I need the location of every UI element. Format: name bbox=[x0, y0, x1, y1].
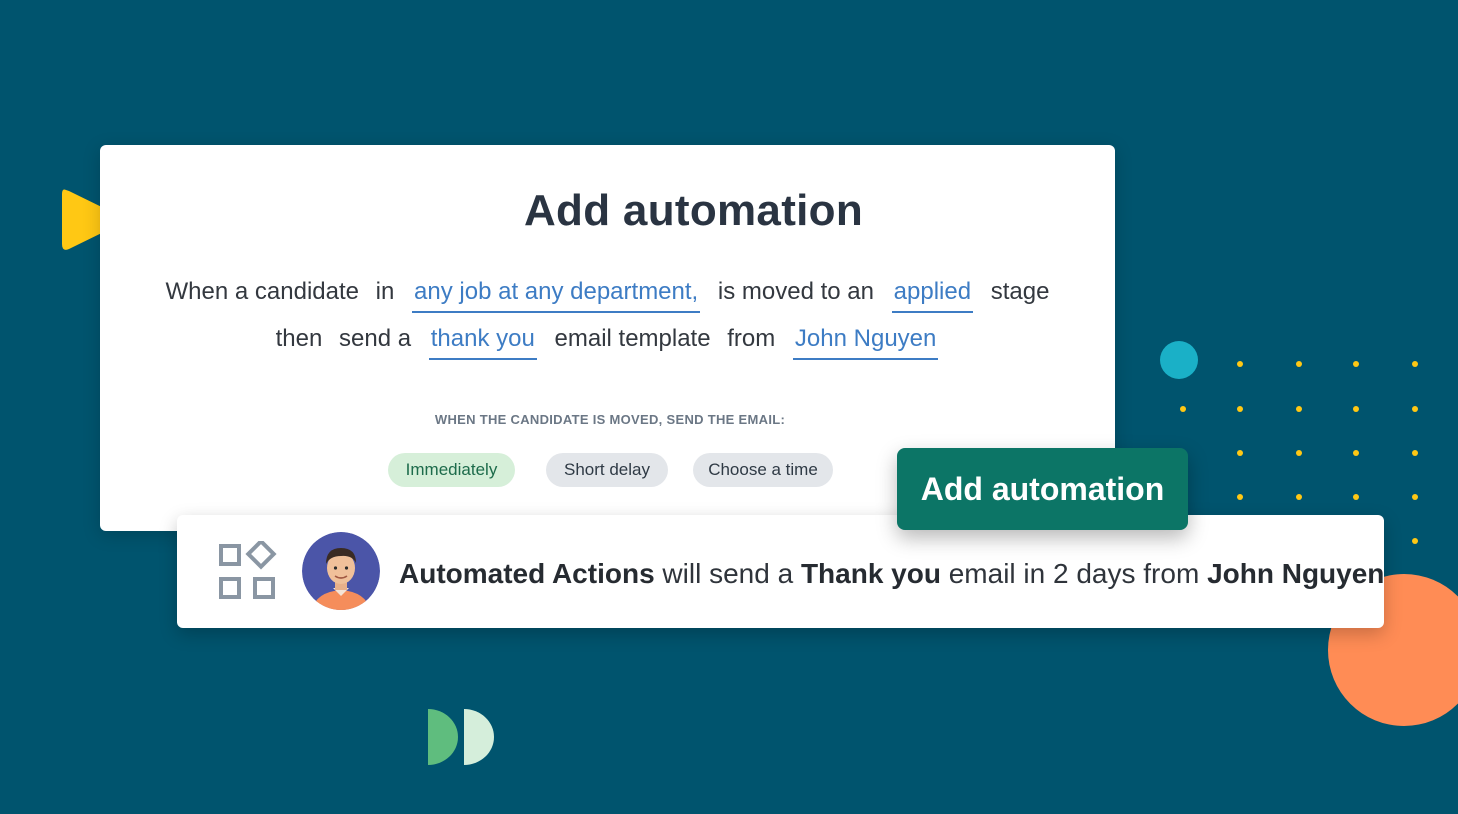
job-scope-selector[interactable]: any job at any department, bbox=[412, 278, 701, 313]
notification-actor: Automated Actions bbox=[399, 558, 655, 589]
timing-option-immediately[interactable]: Immediately bbox=[388, 453, 515, 487]
sentence-text: email template bbox=[554, 325, 711, 352]
stage-selector[interactable]: applied bbox=[891, 278, 974, 313]
sentence-text: then bbox=[275, 325, 323, 352]
rule-sentence-line-2: then send a thank you email template fro… bbox=[100, 325, 1115, 360]
apps-grid-icon bbox=[219, 541, 277, 599]
logo-icon bbox=[428, 709, 494, 765]
notification-sender: John Nguyen bbox=[1207, 558, 1385, 589]
notification-template: Thank you bbox=[800, 558, 941, 589]
notification-text-part: email in 2 days from bbox=[940, 558, 1208, 589]
sender-selector[interactable]: John Nguyen bbox=[792, 325, 939, 360]
add-automation-button[interactable]: Add automation bbox=[897, 448, 1188, 530]
notification-text: Automated Actions will send a Thank you … bbox=[399, 558, 1384, 590]
sentence-text: stage bbox=[990, 278, 1050, 305]
timing-label: WHEN THE CANDIDATE IS MOVED, SEND THE EM… bbox=[434, 412, 786, 427]
sentence-text: from bbox=[727, 325, 776, 352]
sentence-text: is moved to an bbox=[717, 278, 874, 305]
timing-option-short-delay[interactable]: Short delay bbox=[546, 453, 668, 487]
avatar bbox=[302, 532, 380, 610]
page-title: Add automation bbox=[523, 186, 864, 235]
sentence-text: in bbox=[375, 278, 395, 305]
sentence-text: When a candidate bbox=[165, 278, 359, 305]
notification-text-part: will send a bbox=[654, 558, 801, 589]
timing-option-choose-time[interactable]: Choose a time bbox=[693, 453, 833, 487]
rule-sentence-line-1: When a candidate in any job at any depar… bbox=[100, 278, 1115, 313]
sentence-text: send a bbox=[339, 325, 412, 352]
email-template-selector[interactable]: thank you bbox=[428, 325, 537, 360]
